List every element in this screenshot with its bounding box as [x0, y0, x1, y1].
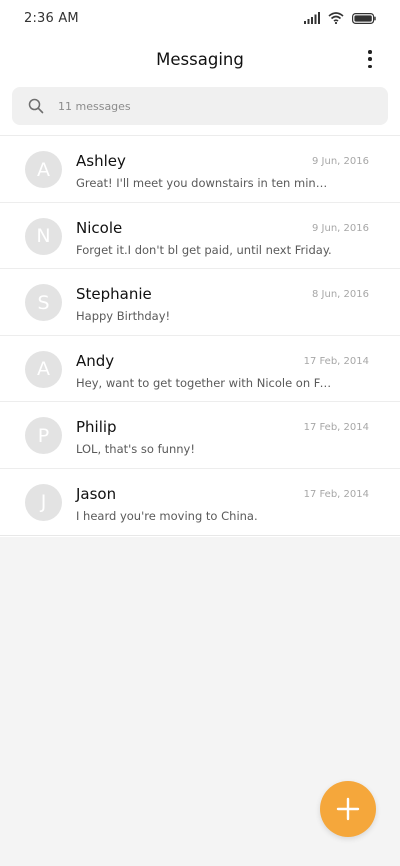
contact-name: Stephanie — [76, 285, 152, 304]
message-preview: I heard you're moving to China. — [76, 508, 258, 523]
more-options-button[interactable] — [362, 48, 378, 70]
conversation-item[interactable]: N Nicole 9 Jun, 2016 Forget it.I don't b… — [0, 203, 400, 270]
search-icon — [28, 98, 44, 114]
message-date: 8 Jun, 2016 — [312, 289, 369, 301]
message-preview: Great! I'll meet you downstairs in ten m… — [76, 176, 332, 190]
contact-name: Andy — [76, 351, 115, 370]
status-icons — [304, 11, 376, 25]
avatar: A — [25, 350, 62, 388]
contact-name: Nicole — [76, 218, 123, 237]
conversation-item[interactable]: A Andy 17 Feb, 2014 Hey, want to get tog… — [0, 336, 400, 403]
battery-icon — [352, 12, 376, 24]
page-title: Messaging — [156, 50, 244, 69]
search-bar[interactable] — [12, 87, 388, 125]
conversation-panel: 2:36 AM Messaging 11 messages A Ashley 9… — [0, 0, 400, 537]
message-date: 17 Feb, 2014 — [303, 355, 369, 367]
message-date: 9 Jun, 2016 — [312, 222, 369, 234]
signal-icon — [304, 12, 320, 24]
conversation-item[interactable]: P Philip 17 Feb, 2014 LOL, that's so fun… — [0, 402, 400, 469]
message-preview: Forget it.I don't bl get paid, until nex… — [76, 242, 332, 257]
wifi-icon — [328, 12, 344, 24]
contact-name: Philip — [76, 418, 117, 437]
avatar: A — [25, 151, 62, 188]
message-date: 17 Feb, 2014 — [303, 422, 369, 434]
search-input[interactable] — [58, 87, 358, 125]
contact-name: Jason — [76, 484, 117, 503]
more-vertical-icon — [368, 64, 372, 68]
message-preview: LOL, that's so funny! — [76, 442, 195, 457]
avatar: P — [25, 417, 62, 455]
message-date: 17 Feb, 2014 — [303, 488, 369, 500]
app-bar: Messaging — [0, 38, 400, 82]
conversation-list: A Ashley 9 Jun, 2016 Great! I'll meet yo… — [0, 136, 400, 536]
conversation-item[interactable]: A Ashley 9 Jun, 2016 Great! I'll meet yo… — [0, 136, 400, 203]
plus-icon — [336, 797, 360, 821]
status-bar: 2:36 AM — [0, 0, 400, 38]
conversation-item[interactable]: S Stephanie 8 Jun, 2016 Happy Birthday! — [0, 269, 400, 336]
more-vertical-icon — [368, 57, 372, 61]
message-preview: Happy Birthday! — [76, 309, 171, 324]
avatar: S — [25, 284, 62, 322]
contact-name: Ashley — [76, 152, 126, 170]
status-time: 2:36 AM — [24, 11, 79, 26]
conversation-item[interactable]: J Jason 17 Feb, 2014 I heard you're movi… — [0, 469, 400, 536]
more-vertical-icon — [368, 50, 372, 54]
avatar: N — [25, 217, 62, 255]
new-message-button[interactable] — [320, 781, 376, 837]
avatar: J — [25, 483, 62, 521]
message-date: 9 Jun, 2016 — [312, 156, 369, 167]
message-preview: Hey, want to get together with Nicole on… — [76, 375, 332, 390]
